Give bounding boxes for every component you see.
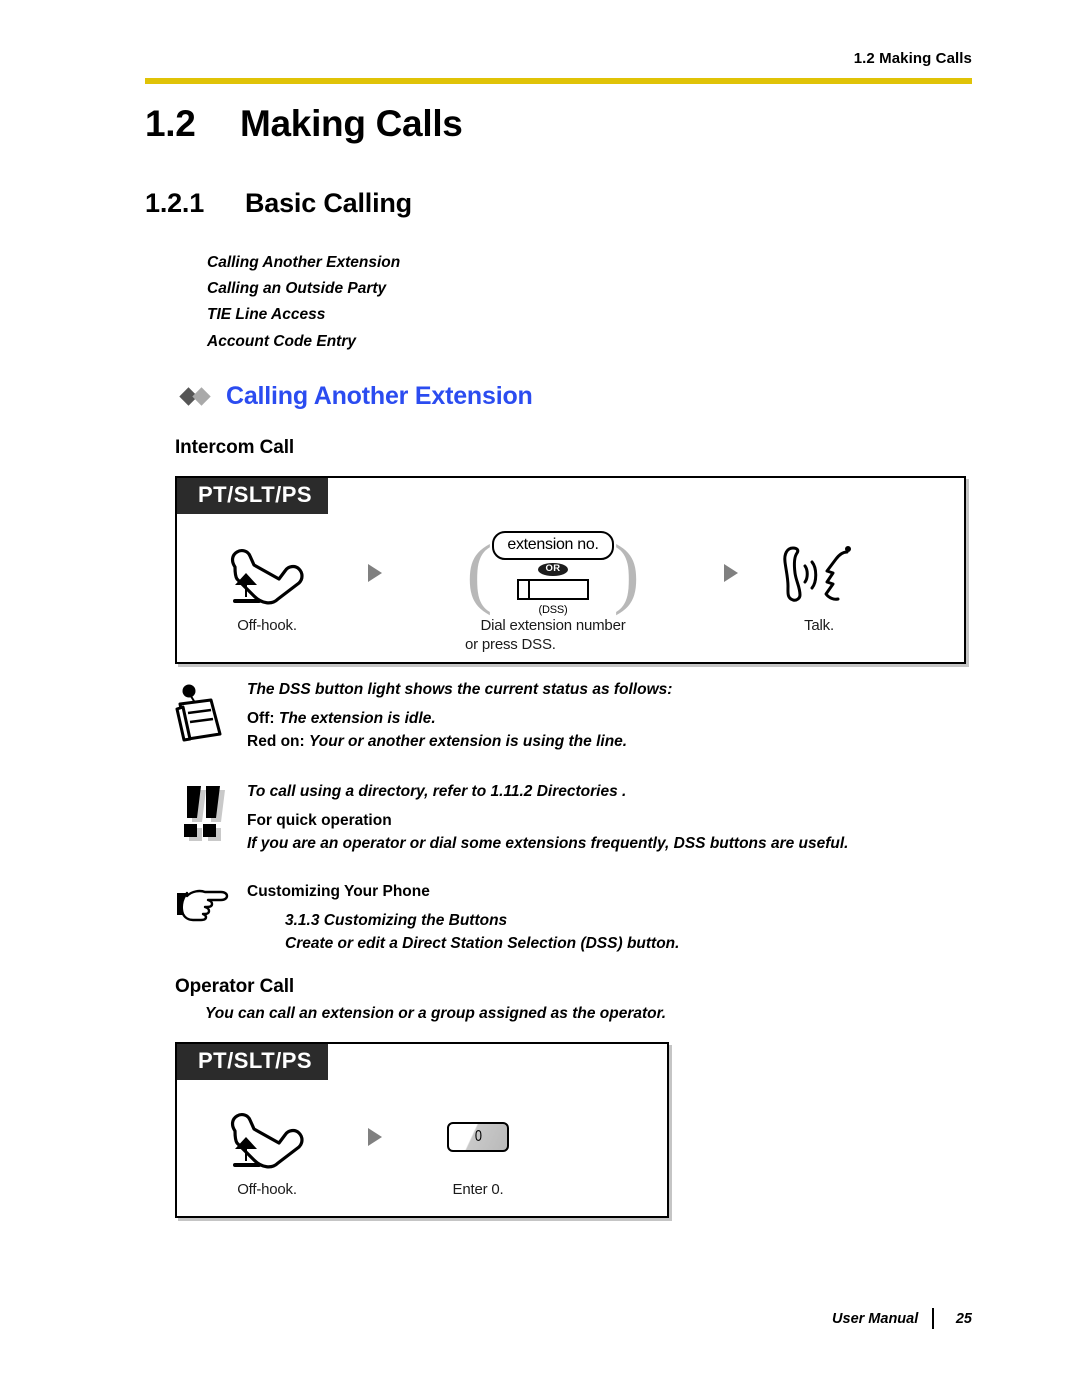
flow-step-talk: Talk. bbox=[759, 530, 879, 635]
section-summary-list: Calling Another Extension Calling an Out… bbox=[207, 250, 400, 355]
footer-page-number: 25 bbox=[955, 1310, 972, 1327]
left-paren: ( bbox=[466, 528, 493, 616]
subsection-heading-operator: Operator Call bbox=[175, 976, 295, 997]
note-line: Customizing Your Phone bbox=[247, 883, 430, 900]
note-quick-operation: To call using a directory, refer to 1.11… bbox=[175, 780, 975, 856]
note-dss-status: The DSS button light shows the current s… bbox=[175, 678, 965, 754]
flow-step-caption-2: or press DSS. bbox=[465, 636, 556, 653]
page-title: 1.2 Making Calls bbox=[145, 103, 463, 145]
note-line: Create or edit a Direct Station Selectio… bbox=[285, 935, 680, 952]
note-line: For quick operation bbox=[247, 811, 392, 829]
feature-heading-label: Calling Another Extension bbox=[226, 382, 533, 410]
flow-step-dial: ( ) extension no. OR (DSS) Dial extensio… bbox=[403, 530, 703, 654]
flow-step-offhook: Off-hook. bbox=[187, 530, 347, 635]
double-diamond-icon bbox=[179, 386, 216, 407]
section-title: 1.2.1 Basic Calling bbox=[145, 188, 412, 219]
offhook-handset-icon bbox=[187, 1094, 347, 1180]
flow-step-caption: Talk. bbox=[804, 617, 834, 634]
right-paren: ) bbox=[613, 528, 640, 616]
flow-diagram-intercom: PT/SLT/PS Off-hook. () extension no. OR… bbox=[175, 476, 966, 664]
feature-heading: Calling Another Extension bbox=[179, 382, 533, 411]
note-customizing-phone: Customizing Your Phone 3.1.3 Customizing… bbox=[175, 880, 965, 956]
dss-button-key[interactable] bbox=[517, 578, 589, 600]
double-exclamation-icon bbox=[175, 780, 247, 846]
summary-item: Calling Another Extension bbox=[207, 254, 401, 271]
flow-arrow-1 bbox=[347, 530, 403, 616]
dss-key-label: (DSS) bbox=[538, 603, 568, 616]
note-label-redon: Red on: bbox=[247, 733, 305, 750]
header-rule bbox=[145, 78, 972, 84]
offhook-handset-icon bbox=[187, 530, 347, 616]
footer: User Manual 25 bbox=[832, 1308, 972, 1329]
zero-key-label: 0 bbox=[474, 1128, 482, 1145]
dial-options-group: ( ) extension no. OR (DSS) bbox=[466, 528, 640, 616]
flow-step-enter-zero: 0 Enter 0. bbox=[403, 1094, 553, 1199]
page-title-text: Making Calls bbox=[240, 103, 463, 144]
note-text-off: The extension is idle. bbox=[278, 709, 436, 727]
note-line: 3.1.3 Customizing the Buttons bbox=[285, 911, 508, 929]
section-title-number: 1.2.1 bbox=[145, 188, 205, 218]
or-badge: OR bbox=[538, 562, 568, 576]
note-line: Off: The extension is idle. bbox=[247, 707, 965, 731]
notepad-icon bbox=[175, 678, 247, 744]
flow-step-offhook: Off-hook. bbox=[187, 1094, 347, 1199]
flow-arrow-1 bbox=[347, 1094, 403, 1180]
flow-step-caption: Dial extension number bbox=[480, 617, 626, 634]
note-label-off: Off: bbox=[247, 709, 275, 727]
extension-number-key[interactable]: extension no. bbox=[492, 530, 614, 560]
flow-step-caption: Enter 0. bbox=[452, 1181, 504, 1198]
running-head: 1.2 Making Calls bbox=[853, 50, 972, 67]
note-line: The DSS button light shows the current s… bbox=[247, 681, 673, 698]
subsection-heading-intercom: Intercom Call bbox=[175, 437, 295, 458]
summary-item: TIE Line Access bbox=[207, 306, 326, 324]
footer-manual-label: User Manual bbox=[832, 1310, 919, 1327]
note-line: If you are an operator or dial some exte… bbox=[247, 835, 849, 852]
zero-key[interactable]: 0 bbox=[447, 1122, 509, 1152]
note-text-redon: Your or another extension is using the l… bbox=[309, 733, 628, 750]
flow-step-caption: Off-hook. bbox=[237, 617, 297, 634]
flow-diagram-operator: PT/SLT/PS Off-hook. 0 Enter 0. bbox=[175, 1042, 669, 1218]
page-title-number: 1.2 bbox=[145, 103, 196, 144]
flow-arrow-2 bbox=[703, 530, 759, 616]
device-type-tag: PT/SLT/PS bbox=[177, 478, 329, 514]
summary-item: Account Code Entry bbox=[207, 332, 356, 350]
note-line: To call using a directory, refer to 1.11… bbox=[247, 783, 627, 800]
device-type-tag: PT/SLT/PS bbox=[177, 1044, 329, 1080]
note-line: Red on: Your or another extension is usi… bbox=[247, 730, 965, 754]
summary-item: Calling an Outside Party bbox=[207, 280, 387, 298]
operator-call-description: You can call an extension or a group ass… bbox=[205, 1005, 667, 1022]
flow-step-caption: Off-hook. bbox=[237, 1181, 297, 1198]
pointing-hand-icon bbox=[175, 880, 247, 928]
talk-icon bbox=[759, 530, 879, 616]
section-title-text: Basic Calling bbox=[245, 188, 412, 218]
